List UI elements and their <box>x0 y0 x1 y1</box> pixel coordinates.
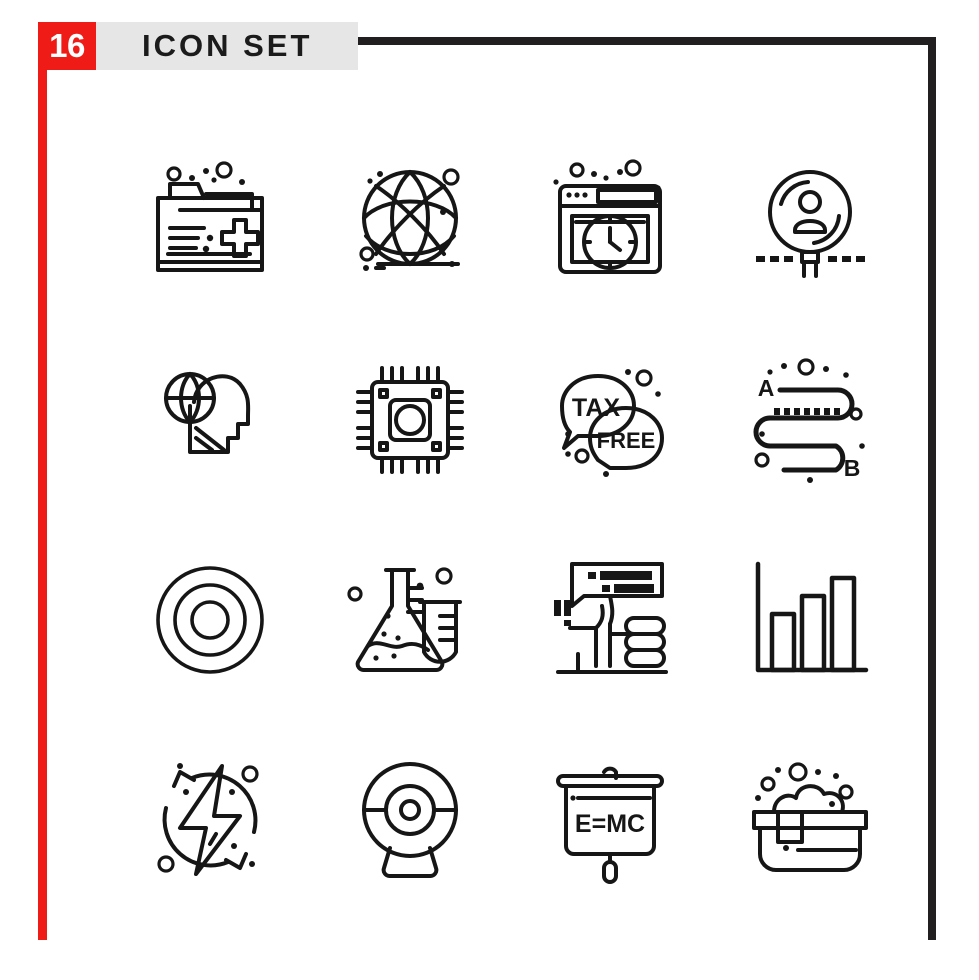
frame-left-accent-bar <box>38 30 47 940</box>
frame-right-line <box>928 37 936 940</box>
processor-chip-icon <box>356 366 464 474</box>
global-mind-icon <box>164 372 251 454</box>
icon-cell-route-a-to-b[interactable]: A B <box>710 320 910 520</box>
icon-cell-bar-chart[interactable] <box>710 520 910 720</box>
icon-cell-global-mind[interactable] <box>110 320 310 520</box>
icon-cell-renewable-energy[interactable] <box>110 720 310 920</box>
icon-grid: TAX FREE A B E=MC <box>110 120 910 920</box>
globe-network-icon <box>359 168 460 271</box>
icon-cell-webcam[interactable] <box>310 720 510 920</box>
free-label: FREE <box>597 428 656 453</box>
medical-folder-icon <box>156 161 264 272</box>
icon-cell-thumbs-up-feedback[interactable] <box>510 520 710 720</box>
icon-cell-presentation-board[interactable]: E=MC <box>510 720 710 920</box>
icon-cell-search-user[interactable] <box>710 120 910 320</box>
webcam-icon <box>362 762 458 878</box>
renewable-energy-icon <box>157 763 259 876</box>
icon-cell-bathtub[interactable] <box>710 720 910 920</box>
tax-free-bubbles-icon: TAX FREE <box>560 369 664 477</box>
tax-label: TAX <box>572 394 620 422</box>
target-circles-icon <box>156 566 264 674</box>
icon-cell-globe-network[interactable] <box>310 120 510 320</box>
bar-chart-icon <box>755 561 869 673</box>
icon-cell-lab-flask[interactable] <box>310 520 510 720</box>
frame-top-line <box>358 37 936 45</box>
presentation-board-icon: E=MC <box>556 766 664 884</box>
icon-set-page: 16 ICON SET TAX FREE A B E=MC <box>0 0 979 980</box>
route-a-to-b-icon: A B <box>753 358 865 483</box>
lab-flask-icon <box>347 567 462 672</box>
search-user-icon <box>756 170 865 278</box>
route-end-label: B <box>844 455 861 481</box>
icon-cell-tax-free[interactable]: TAX FREE <box>510 320 710 520</box>
thumbs-up-feedback-icon <box>554 562 668 674</box>
bathtub-bubbles-icon <box>752 762 868 872</box>
browser-clock-icon <box>553 159 662 274</box>
icon-cell-browser-clock[interactable] <box>510 120 710 320</box>
icon-cell-processor-chip[interactable] <box>310 320 510 520</box>
equation-label: E=MC <box>575 810 645 838</box>
icon-cell-medical-folder[interactable] <box>110 120 310 320</box>
icon-count-badge: 16 <box>38 22 96 70</box>
route-start-label: A <box>758 375 775 401</box>
page-title: ICON SET <box>142 28 313 63</box>
icon-cell-target[interactable] <box>110 520 310 720</box>
